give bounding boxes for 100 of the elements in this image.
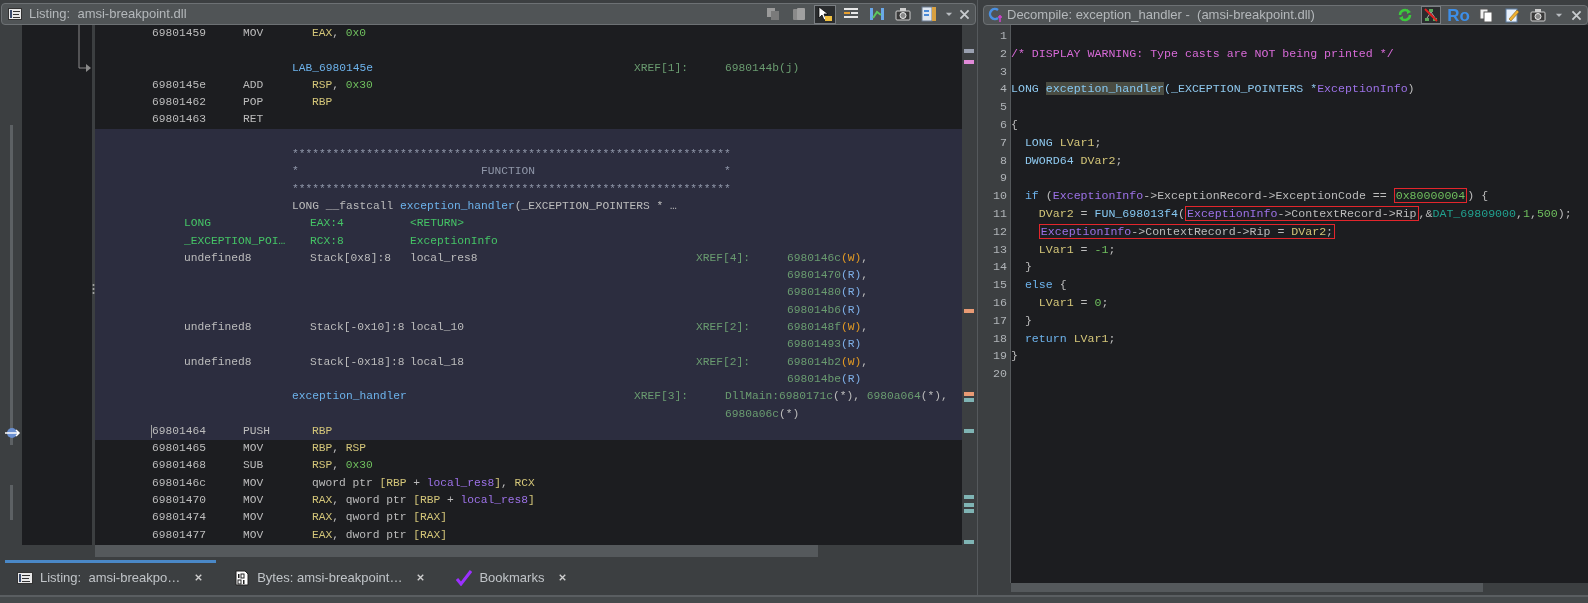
pencil-icon	[1504, 7, 1520, 23]
panel-icon	[921, 6, 937, 22]
pages-icon	[791, 6, 807, 22]
mnemonic-text: MOV	[243, 527, 264, 543]
address-text: 6980145e	[152, 77, 206, 93]
mnemonic-text: MOV	[243, 510, 264, 526]
line-number: 1	[999, 28, 1008, 44]
address-text: 69801468	[152, 458, 206, 474]
line-number: 12	[992, 223, 1008, 240]
parameter-name: local_10	[410, 320, 464, 336]
decompiler-icon	[988, 7, 1004, 23]
line-number: 11	[992, 205, 1008, 222]
address-text: 69801474	[152, 510, 206, 526]
code-line: LVar1 = 0;	[1037, 295, 1109, 309]
splitter-grip-icon	[92, 283, 95, 295]
overview-marker	[964, 49, 974, 53]
label-text: LONG __fastcall exception_handler(_EXCEPTION_POINTERS * …	[292, 198, 677, 214]
address-text: 69801465	[152, 441, 206, 457]
code-line: if (ExceptionInfo->ExceptionRecord->ExceptionCode == 0x80000004 ) {	[1023, 188, 1489, 204]
overview-marker	[964, 503, 974, 507]
address-text: 69801464	[152, 423, 206, 439]
line-number: 6	[999, 117, 1008, 133]
toolbar-button[interactable]	[1502, 6, 1522, 24]
label-text: exception_handler	[292, 389, 407, 405]
address-text: 69801477	[152, 527, 206, 543]
xref-label: XREF[3]:	[634, 389, 688, 405]
mnemonic-text: ADD	[243, 77, 264, 93]
parameter-storage: Stack[-0x10]:8	[310, 320, 405, 336]
parameter-name: local_18	[410, 354, 464, 370]
operand-text: RBP, RSP	[312, 441, 367, 457]
label-text: LAB_6980145e	[292, 60, 373, 76]
mnemonic-text: RET	[243, 112, 264, 128]
mnemonic-text: SUB	[243, 458, 264, 474]
refresh-icon	[1397, 7, 1414, 23]
line-number: 17	[992, 312, 1008, 329]
code-line: DWORD64 DVar2;	[1023, 153, 1123, 167]
operand-text: EAX, 0x0	[312, 26, 367, 41]
parameter-type: LONG	[184, 216, 211, 232]
line-number: 10	[992, 188, 1008, 205]
line-number: 20	[992, 366, 1008, 383]
listing-icon	[8, 8, 22, 20]
code-line: return LVar1;	[1023, 331, 1116, 345]
checkmark-icon	[456, 569, 473, 586]
xref-list: 698014b6(R)	[787, 301, 862, 320]
code-line: }	[1011, 349, 1018, 363]
toolbar-button[interactable]	[1528, 6, 1548, 24]
line-number: 14	[992, 259, 1008, 276]
mnemonic-text: MOV	[243, 441, 264, 457]
xref-label: XREF[1]:	[634, 60, 688, 76]
line-number: 3	[999, 63, 1008, 80]
listing-icon	[17, 569, 33, 586]
parameter-storage: RCX:8	[310, 233, 344, 249]
line-number: 5	[999, 99, 1008, 116]
toolbar-button[interactable]	[814, 4, 836, 24]
code-line: DVar2 = FUN_698013f4( ExceptionInfo->ContextRecord->Rip ,&DAT_69809000,1,500);	[1037, 205, 1572, 221]
label-text: *****************************************************************	[292, 181, 731, 197]
chart-icon	[869, 6, 885, 22]
xref-label: XREF[2]:	[696, 354, 750, 370]
copy-icon	[765, 6, 781, 22]
panel-title: Listing: amsi-breakpoint.dll	[29, 5, 187, 24]
overview-marker	[964, 398, 974, 402]
address-text: 69801459	[152, 26, 206, 41]
operand-text: qword ptr [RBP + local_res8], RCX	[312, 475, 535, 491]
operand-text: RBP	[312, 423, 333, 439]
parameter-name: ExceptionInfo	[410, 233, 498, 249]
operand-text: RAX, qword ptr [RAX]	[312, 510, 448, 526]
code-line: {	[1011, 118, 1018, 131]
line-number: 8	[999, 152, 1008, 169]
mnemonic-text: MOV	[243, 26, 264, 41]
parameter-name: <RETURN>	[410, 216, 464, 232]
line-number: 4	[999, 81, 1008, 98]
line-number: 16	[992, 294, 1008, 311]
xref-list: 69801480(R),	[787, 284, 869, 302]
operand-text: RSP, 0x30	[312, 77, 373, 93]
parameter-type: undefined8	[184, 320, 252, 336]
operand-text: RAX, qword ptr [RBP + local_res8]	[312, 493, 535, 508]
mnemonic-text: MOV	[243, 493, 264, 508]
operand-text: RBP	[312, 95, 333, 111]
line-number: 15	[992, 277, 1008, 294]
cursor-icon	[817, 6, 833, 22]
line-number: 19	[992, 348, 1008, 365]
binary-file-icon	[234, 569, 251, 586]
line-number: 18	[992, 330, 1008, 347]
line-number: 9	[999, 170, 1008, 187]
overview-marker	[964, 495, 974, 499]
camera-icon	[1530, 7, 1546, 23]
code-line: LONG LVar1;	[1023, 135, 1102, 149]
xref-list: 6980146c(W),	[787, 249, 869, 268]
parameter-name: local_res8	[410, 250, 478, 266]
xref-list: 698014be(R)	[787, 370, 862, 389]
xref-label: XREF[4]:	[696, 250, 750, 266]
mnemonic-text: PUSH	[243, 423, 270, 439]
xref-list: 69801493(R)	[787, 336, 862, 354]
label-text: *****************************************************************	[292, 147, 731, 163]
mnemonic-text: POP	[243, 95, 264, 111]
parameter-type: undefined8	[184, 354, 252, 370]
close-icon	[958, 7, 971, 21]
code-line: /* DISPLAY WARNING: Type casts are NOT being printed */	[1011, 46, 1394, 60]
xref-list: 6980a06c(*)	[725, 405, 800, 423]
parameter-storage: EAX:4	[310, 216, 344, 232]
